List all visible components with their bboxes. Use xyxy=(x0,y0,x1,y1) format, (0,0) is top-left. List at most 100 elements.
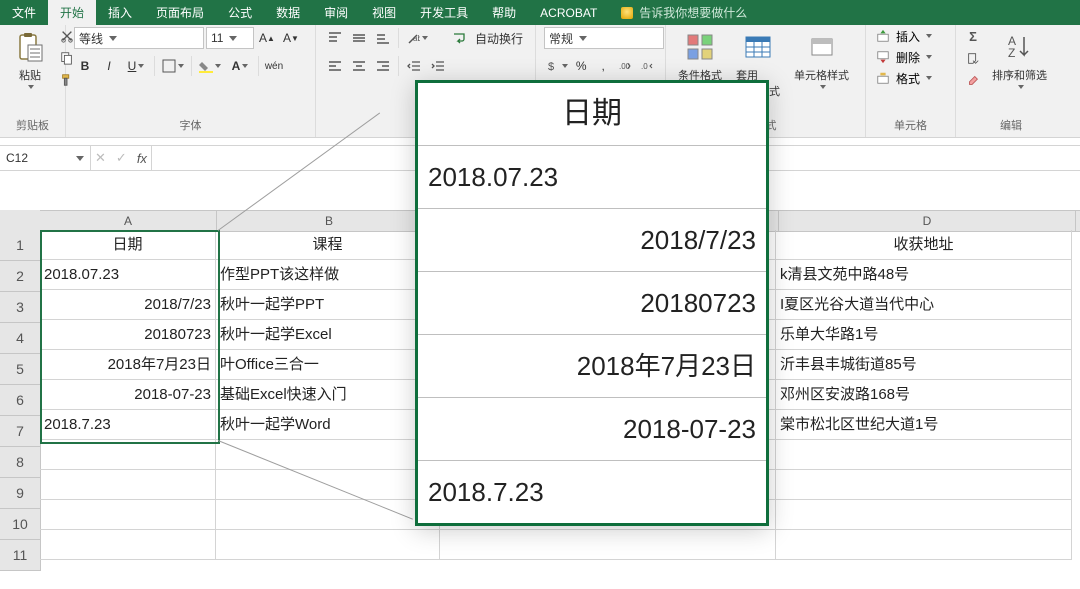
cell[interactable]: I夏区光谷大道当代中心 xyxy=(776,290,1072,320)
cell[interactable] xyxy=(776,500,1072,530)
autosum-icon[interactable]: Σ xyxy=(964,27,982,45)
cell[interactable] xyxy=(216,530,440,560)
cell[interactable]: 沂丰县丰城街道85号 xyxy=(776,350,1072,380)
tab-devtools[interactable]: 开发工具 xyxy=(408,0,480,25)
delete-cells-button[interactable]: 删除 xyxy=(874,48,947,66)
row-header[interactable]: 9 xyxy=(0,478,40,509)
wrap-text-label[interactable]: 自动换行 xyxy=(475,30,523,47)
cell[interactable] xyxy=(40,500,216,530)
font-family-combo[interactable]: 等线 xyxy=(74,27,204,49)
cell[interactable]: 秋叶一起学Word xyxy=(216,410,440,440)
tab-acrobat[interactable]: ACROBAT xyxy=(528,0,609,25)
cell[interactable] xyxy=(216,500,440,530)
col-header-b[interactable]: B xyxy=(217,211,442,231)
fx-icon[interactable]: fx xyxy=(137,151,147,166)
align-bottom-button[interactable] xyxy=(372,27,394,49)
tab-tell-me[interactable]: 告诉我你想要做什么 xyxy=(609,0,759,25)
underline-button[interactable]: U xyxy=(122,55,150,77)
row-header[interactable]: 7 xyxy=(0,416,40,447)
cell[interactable]: 2018.7.23 xyxy=(40,410,216,440)
tab-insert[interactable]: 插入 xyxy=(96,0,144,25)
cell[interactable] xyxy=(440,530,776,560)
cell[interactable]: 课程 xyxy=(216,230,440,260)
border-button[interactable] xyxy=(159,55,187,77)
tab-page-layout[interactable]: 页面布局 xyxy=(144,0,216,25)
tab-review[interactable]: 审阅 xyxy=(312,0,360,25)
phonetic-button[interactable]: wén xyxy=(263,55,285,77)
orientation-button[interactable]: ab xyxy=(403,27,431,49)
cell[interactable]: 秋叶一起学Excel xyxy=(216,320,440,350)
percent-button[interactable]: % xyxy=(571,55,591,77)
tab-help[interactable]: 帮助 xyxy=(480,0,528,25)
cancel-icon[interactable]: ✕ xyxy=(95,150,106,166)
cell[interactable]: 2018.07.23 xyxy=(40,260,216,290)
cell[interactable]: 基础Excel快速入门 xyxy=(216,380,440,410)
cell[interactable]: 2018-07-23 xyxy=(40,380,216,410)
sort-filter-button[interactable]: AZ 排序和筛选 xyxy=(988,27,1051,91)
increase-decimal-button[interactable]: .00 xyxy=(615,55,635,77)
increase-indent-button[interactable] xyxy=(427,55,449,77)
bold-button[interactable]: B xyxy=(74,55,96,77)
cell[interactable]: 叶Office三合一 xyxy=(216,350,440,380)
align-middle-button[interactable] xyxy=(348,27,370,49)
col-header-d[interactable]: D xyxy=(779,211,1076,231)
decrease-decimal-button[interactable]: .0 xyxy=(637,55,657,77)
row-header[interactable]: 5 xyxy=(0,354,40,385)
decrease-indent-button[interactable] xyxy=(403,55,425,77)
cell[interactable] xyxy=(40,530,216,560)
enter-icon[interactable]: ✓ xyxy=(116,150,127,166)
cell-styles-button[interactable]: 单元格样式 xyxy=(790,27,853,91)
cell[interactable]: k清县文苑中路48号 xyxy=(776,260,1072,290)
tab-home[interactable]: 开始 xyxy=(48,0,96,25)
align-right-button[interactable] xyxy=(372,55,394,77)
format-cells-button[interactable]: 格式 xyxy=(874,69,947,87)
clear-icon[interactable] xyxy=(964,71,982,89)
font-color-button[interactable]: A xyxy=(226,55,254,77)
insert-cells-button[interactable]: 插入 xyxy=(874,27,947,45)
decrease-font-button[interactable]: A▼ xyxy=(280,27,302,49)
row-header[interactable]: 2 xyxy=(0,261,40,292)
cell[interactable]: 收获地址 xyxy=(776,230,1072,260)
row-header[interactable]: 8 xyxy=(0,447,40,478)
align-left-button[interactable] xyxy=(324,55,346,77)
cell[interactable]: 2018年7月23日 xyxy=(40,350,216,380)
cell[interactable]: 2018/7/23 xyxy=(40,290,216,320)
cell[interactable] xyxy=(776,440,1072,470)
row-header[interactable]: 11 xyxy=(0,540,40,571)
row-header[interactable]: 1 xyxy=(0,230,40,261)
name-box[interactable]: C12 xyxy=(0,146,91,170)
align-center-button[interactable] xyxy=(348,55,370,77)
cell[interactable]: 邓州区安波路168号 xyxy=(776,380,1072,410)
cell[interactable]: 棠市松北区世纪大道1号 xyxy=(776,410,1072,440)
row-header[interactable]: 10 xyxy=(0,509,40,540)
cell[interactable]: 日期 xyxy=(40,230,216,260)
cell[interactable] xyxy=(776,470,1072,500)
select-all-corner[interactable] xyxy=(0,210,41,231)
cell[interactable]: 乐单大华路1号 xyxy=(776,320,1072,350)
tab-formulas[interactable]: 公式 xyxy=(216,0,264,25)
cell[interactable] xyxy=(776,530,1072,560)
fill-color-button[interactable] xyxy=(196,55,224,77)
col-header-a[interactable]: A xyxy=(40,211,217,231)
row-header[interactable]: 6 xyxy=(0,385,40,416)
cell[interactable]: 作型PPT该这样做 xyxy=(216,260,440,290)
align-top-button[interactable] xyxy=(324,27,346,49)
cell[interactable]: 秋叶一起学PPT xyxy=(216,290,440,320)
currency-button[interactable]: $ xyxy=(544,55,569,77)
cell[interactable]: 20180723 xyxy=(40,320,216,350)
fill-icon[interactable] xyxy=(964,49,982,67)
tab-view[interactable]: 视图 xyxy=(360,0,408,25)
row-header[interactable]: 3 xyxy=(0,292,40,323)
cell[interactable] xyxy=(40,440,216,470)
paste-button[interactable]: 粘贴 xyxy=(8,27,52,91)
tab-file[interactable]: 文件 xyxy=(0,0,48,25)
comma-button[interactable]: , xyxy=(593,55,613,77)
cell[interactable] xyxy=(216,440,440,470)
number-format-combo[interactable]: 常规 xyxy=(544,27,664,49)
italic-button[interactable]: I xyxy=(98,55,120,77)
increase-font-button[interactable]: A▲ xyxy=(256,27,278,49)
tab-data[interactable]: 数据 xyxy=(264,0,312,25)
font-size-combo[interactable]: 11 xyxy=(206,27,254,49)
cell[interactable] xyxy=(40,470,216,500)
row-header[interactable]: 4 xyxy=(0,323,40,354)
